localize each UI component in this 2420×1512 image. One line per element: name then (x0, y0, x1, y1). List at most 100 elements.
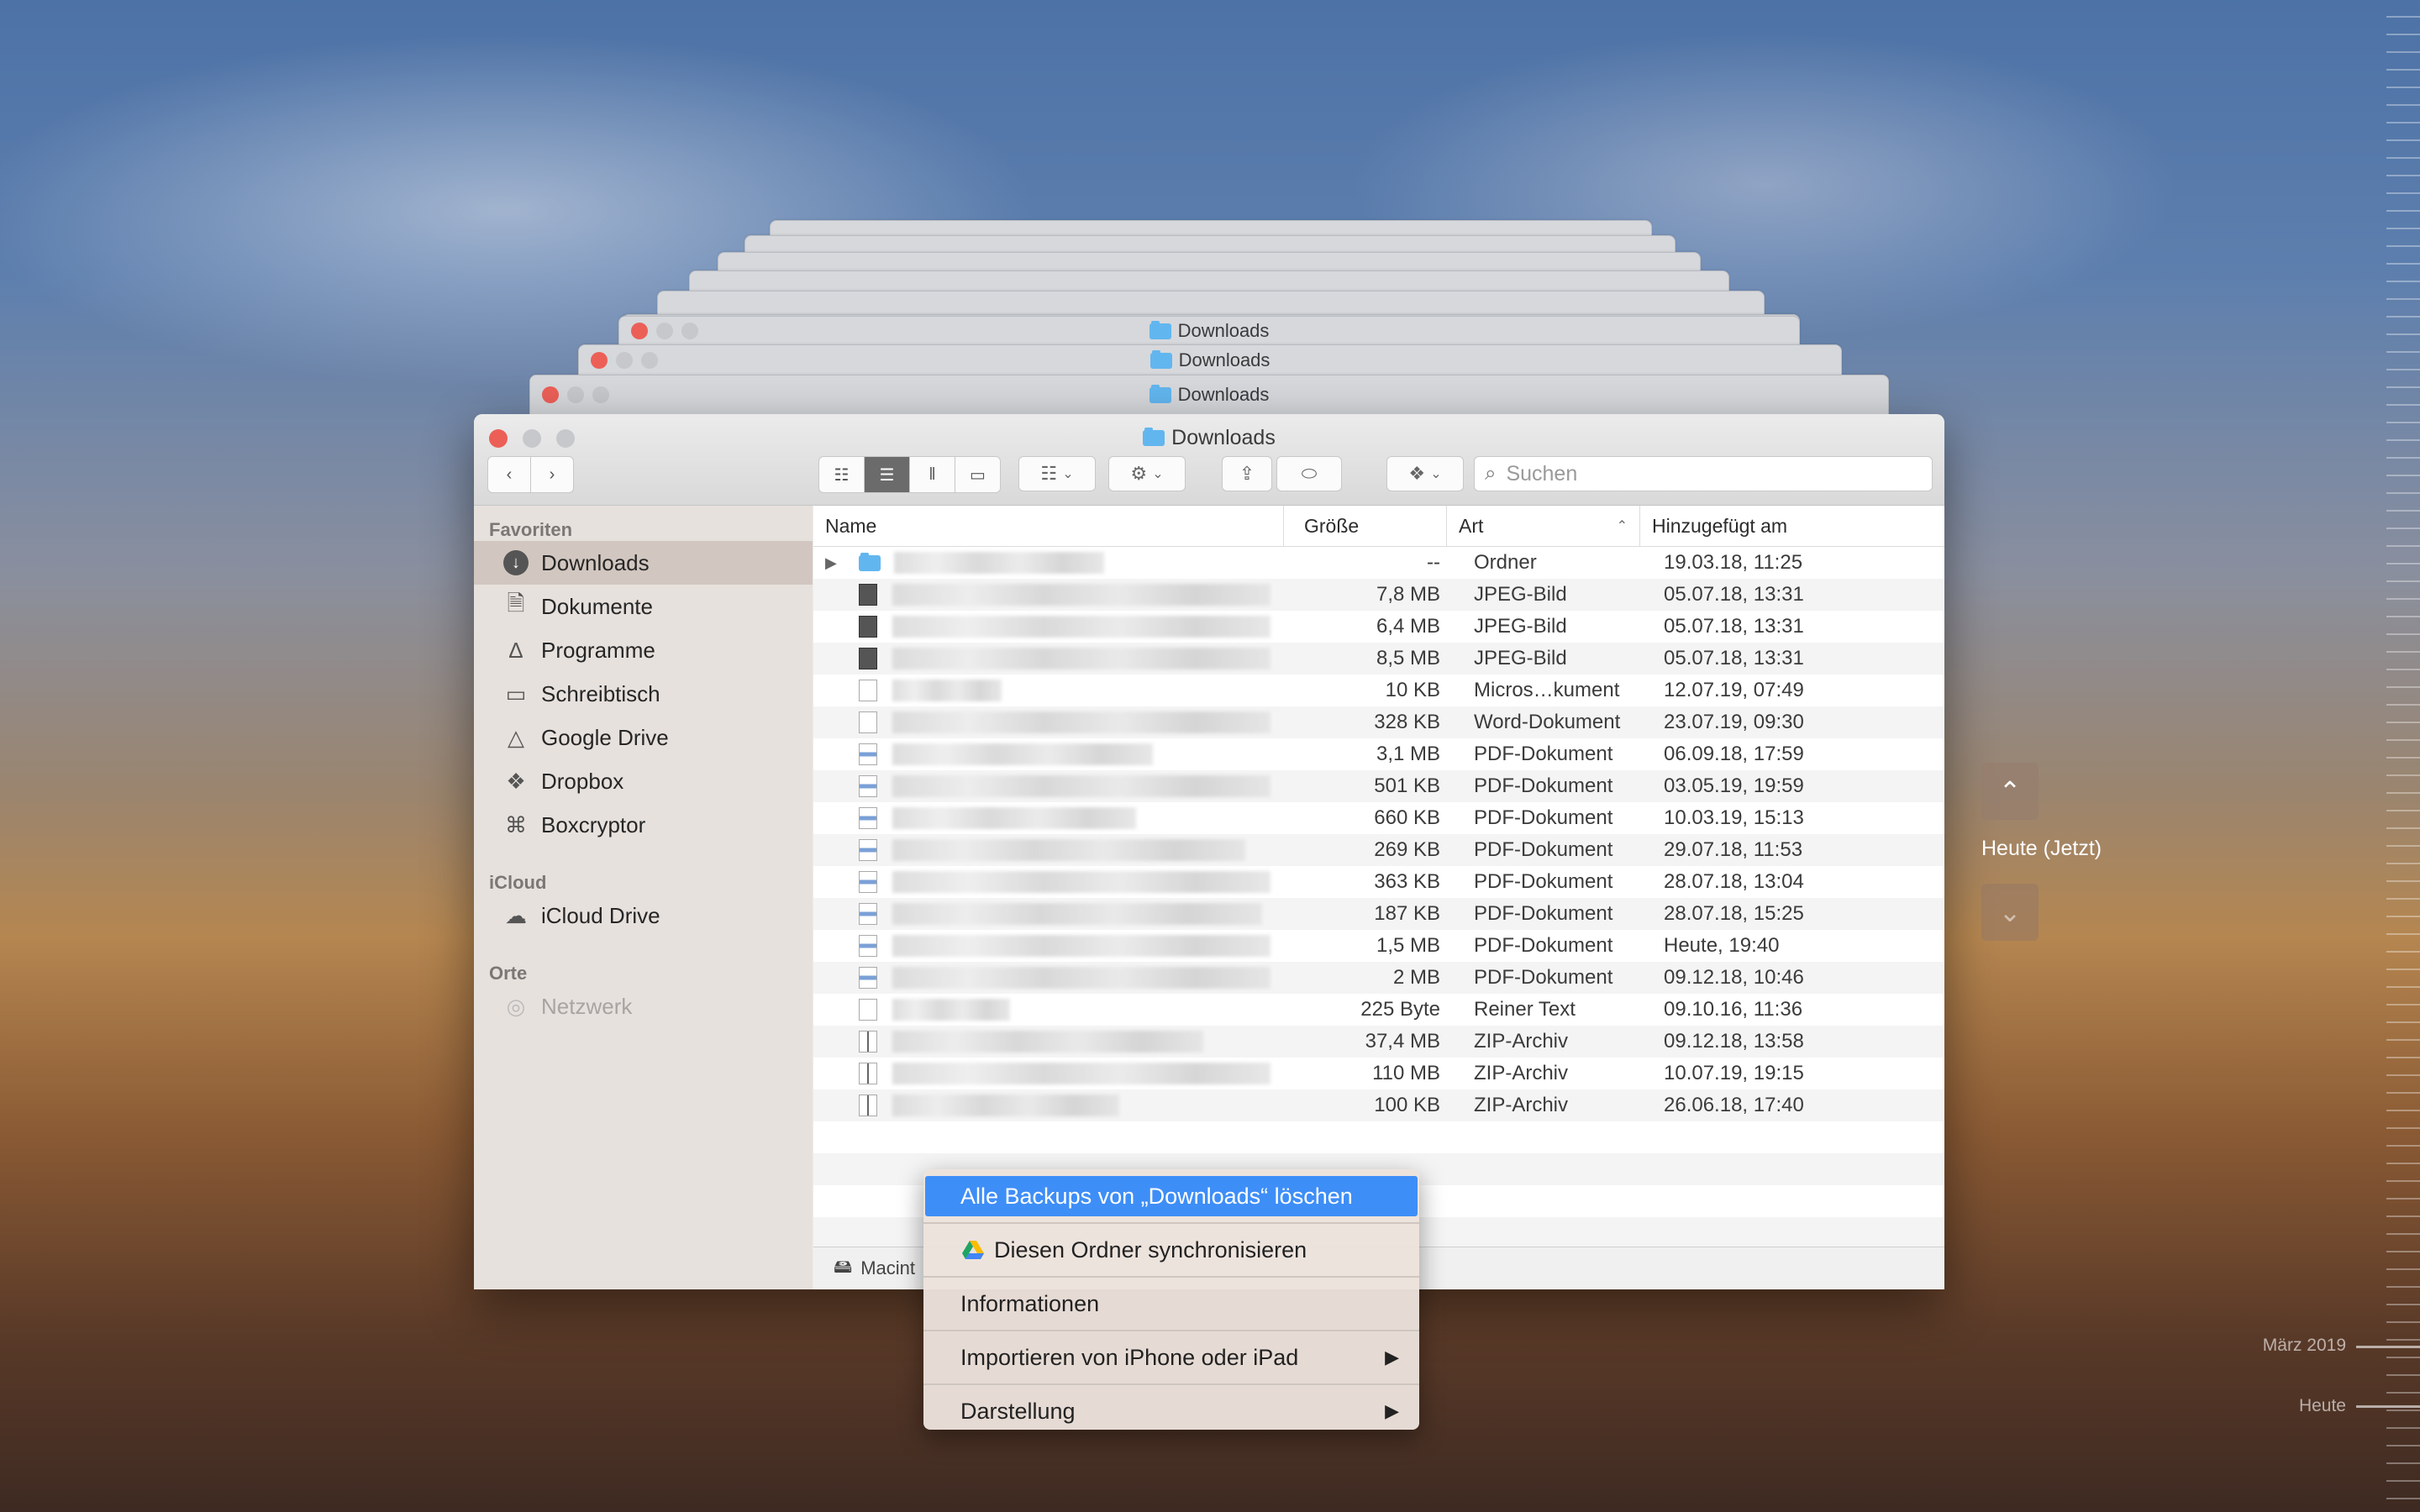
timeline-mark (2356, 1405, 2420, 1408)
search-input[interactable] (1504, 460, 1912, 487)
list-view-button[interactable]: ☰ (865, 457, 910, 492)
sidebar-item-network[interactable]: ◎ Netzwerk (474, 984, 813, 1028)
file-kind-cell: PDF-Dokument (1474, 806, 1613, 829)
desktop-icon: ▭ (505, 680, 527, 706)
column-header-kind[interactable]: Art ⌃ (1447, 506, 1640, 546)
file-name-cell (813, 834, 1284, 866)
search-field[interactable]: ⌕ (1474, 456, 1933, 491)
column-header-size[interactable]: Größe (1284, 506, 1447, 546)
sidebar-item-applications[interactable]: ∆ Programme (474, 628, 813, 672)
table-row[interactable]: 225 Byte Reiner Text 09.10.16, 11:36 (813, 994, 1944, 1026)
column-header-name[interactable]: Name (813, 506, 1284, 546)
timeline-label-today: Heute (2298, 1396, 2346, 1415)
sidebar-item-google-drive[interactable]: △ Google Drive (474, 716, 813, 759)
gallery-view-button[interactable]: ▭ (955, 457, 1000, 492)
search-icon: ⌕ (1485, 462, 1497, 485)
back-button[interactable]: ‹ (488, 457, 531, 492)
folder-icon (1149, 320, 1171, 339)
table-row[interactable]: 660 KB PDF-Dokument 10.03.19, 15:13 (813, 802, 1944, 834)
file-size-cell: 1,5 MB (1376, 934, 1440, 957)
column-header-row: Name Größe Art ⌃ Hinzugefügt am (813, 506, 1944, 547)
table-row[interactable]: 328 KB Word-Dokument 23.07.19, 09:30 (813, 706, 1944, 738)
file-kind-cell: PDF-Dokument (1474, 774, 1613, 797)
column-header-kind-label: Art (1459, 514, 1484, 537)
column-view-button[interactable]: ‖ (910, 457, 955, 492)
file-date-cell: 28.07.18, 15:25 (1664, 902, 1804, 925)
file-name-cell (813, 1026, 1284, 1058)
pdf-file-icon (859, 871, 877, 893)
table-row[interactable]: 100 KB ZIP-Archiv 26.06.18, 17:40 (813, 1089, 1944, 1121)
file-size-cell: 363 KB (1374, 870, 1440, 893)
file-size-cell: 100 KB (1374, 1094, 1440, 1116)
tags-button[interactable]: ⬭ (1276, 456, 1342, 491)
time-machine-up-button[interactable]: ⌃ (1981, 763, 2039, 820)
sidebar-item-dropbox[interactable]: ❖ Dropbox (474, 759, 813, 803)
dropbox-icon: ❖ (506, 768, 526, 794)
zip-file-icon (859, 1063, 877, 1084)
table-row[interactable]: 37,4 MB ZIP-Archiv 09.12.18, 13:58 (813, 1026, 1944, 1058)
sidebar-item-icloud-drive[interactable]: ☁ iCloud Drive (474, 894, 813, 937)
table-row[interactable]: 501 KB PDF-Dokument 03.05.19, 19:59 (813, 770, 1944, 802)
file-size-cell: 8,5 MB (1376, 647, 1440, 669)
sidebar-item-label: Netzwerk (541, 993, 633, 1019)
menu-item-info[interactable]: Informationen (925, 1284, 1418, 1324)
pdf-file-icon (859, 935, 877, 957)
time-machine-timeline[interactable] (2386, 0, 2420, 1512)
table-row[interactable]: 187 KB PDF-Dokument 28.07.18, 15:25 (813, 898, 1944, 930)
menu-item-delete-backups[interactable]: Alle Backups von „Downloads“ löschen (925, 1176, 1418, 1216)
path-bar-item[interactable]: Macint (860, 1257, 915, 1279)
sidebar-item-label: Google Drive (541, 724, 669, 750)
pdf-file-icon (859, 743, 877, 765)
redacted-filename (892, 743, 1153, 765)
time-machine-down-button[interactable]: ⌄ (1981, 884, 2039, 941)
table-row[interactable]: 10 KB Micros…kument 12.07.19, 07:49 (813, 675, 1944, 706)
table-row[interactable]: 6,4 MB JPEG-Bild 05.07.18, 13:31 (813, 611, 1944, 643)
file-size-cell: 37,4 MB (1365, 1030, 1440, 1053)
action-button[interactable]: ⚙ ⌄ (1108, 456, 1186, 491)
group-by-button[interactable]: ☷ ⌄ (1018, 456, 1096, 491)
forward-button[interactable]: › (531, 457, 573, 492)
table-row[interactable]: 110 MB ZIP-Archiv 10.07.19, 19:15 (813, 1058, 1944, 1089)
table-row[interactable]: 8,5 MB JPEG-Bild 05.07.18, 13:31 (813, 643, 1944, 675)
folder-icon (859, 552, 881, 571)
nav-buttons: ‹ › (487, 456, 574, 493)
file-date-cell: 09.12.18, 13:58 (1664, 1030, 1804, 1053)
table-row[interactable]: 1,5 MB PDF-Dokument Heute, 19:40 (813, 930, 1944, 962)
table-row[interactable]: 2 MB PDF-Dokument 09.12.18, 10:46 (813, 962, 1944, 994)
gear-icon: ⚙ (1130, 463, 1148, 484)
column-header-date[interactable]: Hinzugefügt am (1640, 506, 1944, 546)
file-kind-cell: PDF-Dokument (1474, 966, 1613, 989)
sidebar-item-label: Schreibtisch (541, 680, 660, 706)
file-date-cell: 10.07.19, 19:15 (1664, 1062, 1804, 1084)
menu-item-label: Informationen (960, 1290, 1100, 1316)
dropbox-button[interactable]: ❖ ⌄ (1386, 456, 1464, 491)
sidebar-item-boxcryptor[interactable]: ⌘ Boxcryptor (474, 803, 813, 847)
sidebar-item-downloads[interactable]: ↓ Downloads (474, 541, 813, 585)
menu-item-sync-folder[interactable]: Diesen Ordner synchronisieren (925, 1230, 1418, 1270)
file-date-cell: 29.07.18, 11:53 (1664, 838, 1803, 861)
table-row[interactable]: 3,1 MB PDF-Dokument 06.09.18, 17:59 (813, 738, 1944, 770)
file-name-cell (813, 706, 1284, 738)
submenu-arrow-icon: ▶ (1385, 1400, 1399, 1421)
sidebar-item-documents[interactable]: 🗎 Dokumente (474, 585, 813, 628)
table-row[interactable]: 7,8 MB JPEG-Bild 05.07.18, 13:31 (813, 579, 1944, 611)
file-date-cell: 05.07.18, 13:31 (1664, 583, 1804, 606)
file-date-cell: 28.07.18, 13:04 (1664, 870, 1804, 893)
icon-view-button[interactable]: ☷ (819, 457, 865, 492)
share-button[interactable]: ⇪ (1222, 456, 1272, 491)
file-size-cell: 110 MB (1372, 1062, 1440, 1084)
sidebar-section-header: Orte (489, 963, 528, 984)
table-row[interactable]: ▶ -- Ordner 19.03.18, 11:25 (813, 547, 1944, 579)
file-kind-cell: Reiner Text (1474, 998, 1576, 1021)
disclosure-triangle-icon[interactable]: ▶ (825, 554, 837, 572)
menu-item-view[interactable]: Darstellung ▶ (925, 1391, 1418, 1431)
chevron-down-icon: ⌄ (1062, 467, 1074, 481)
file-name-cell (813, 770, 1284, 802)
stack-window-title: Downloads (1177, 320, 1270, 341)
file-kind-cell: JPEG-Bild (1474, 583, 1567, 606)
menu-item-label: Alle Backups von „Downloads“ löschen (960, 1183, 1353, 1209)
sidebar-item-desktop[interactable]: ▭ Schreibtisch (474, 672, 813, 716)
table-row[interactable]: 363 KB PDF-Dokument 28.07.18, 13:04 (813, 866, 1944, 898)
table-row[interactable]: 269 KB PDF-Dokument 29.07.18, 11:53 (813, 834, 1944, 866)
menu-item-import-iphone[interactable]: Importieren von iPhone oder iPad ▶ (925, 1337, 1418, 1378)
